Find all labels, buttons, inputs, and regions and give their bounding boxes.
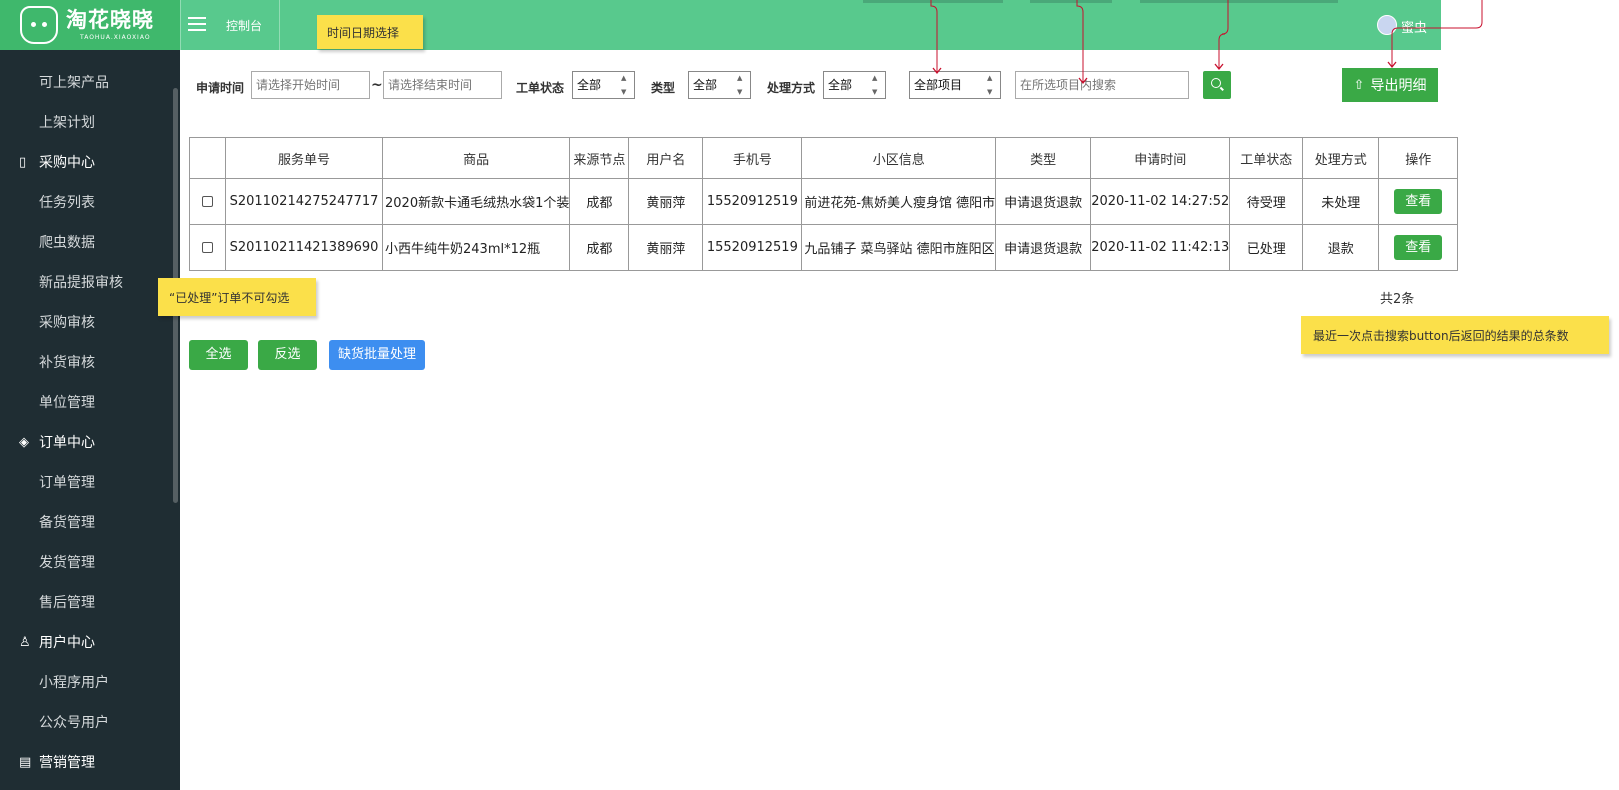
- arrow-line: [930, 0, 938, 72]
- annotation-arrows: [930, 0, 1483, 85]
- arrow-line: [1391, 0, 1483, 66]
- arrow-line: [1218, 0, 1229, 68]
- arrow-line: [1076, 0, 1084, 82]
